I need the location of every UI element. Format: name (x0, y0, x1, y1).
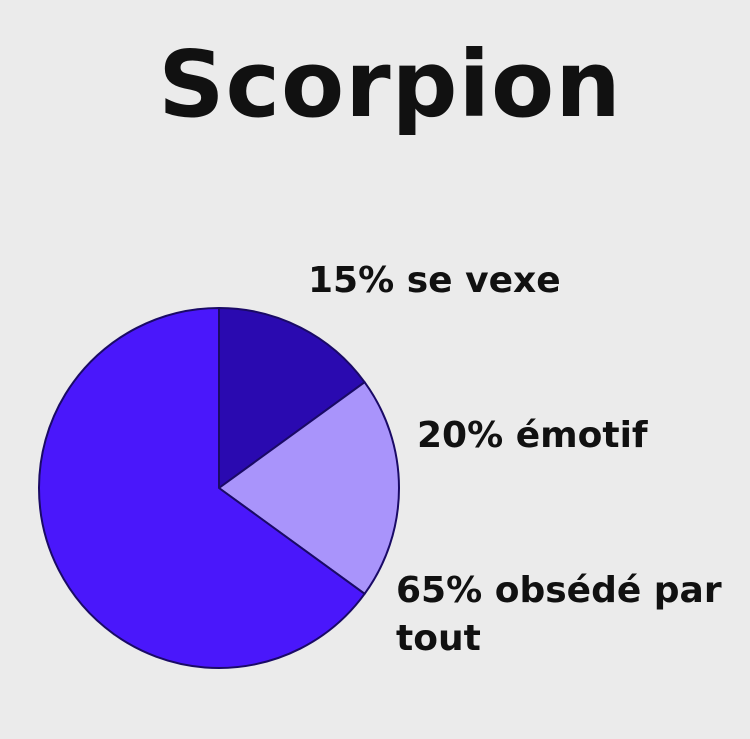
slice-label-emotif: 20% émotif (417, 413, 648, 459)
slice-text: émotif (515, 415, 648, 456)
slice-percent: 65% (396, 570, 483, 611)
slice-percent: 20% (417, 415, 504, 456)
slice-label-obsede-par-tout: 65% obsédé par tout (396, 567, 736, 663)
slice-label-se-vexe: 15% se vexe (308, 258, 561, 304)
slice-text: se vexe (406, 260, 561, 301)
slice-percent: 15% (308, 260, 395, 301)
